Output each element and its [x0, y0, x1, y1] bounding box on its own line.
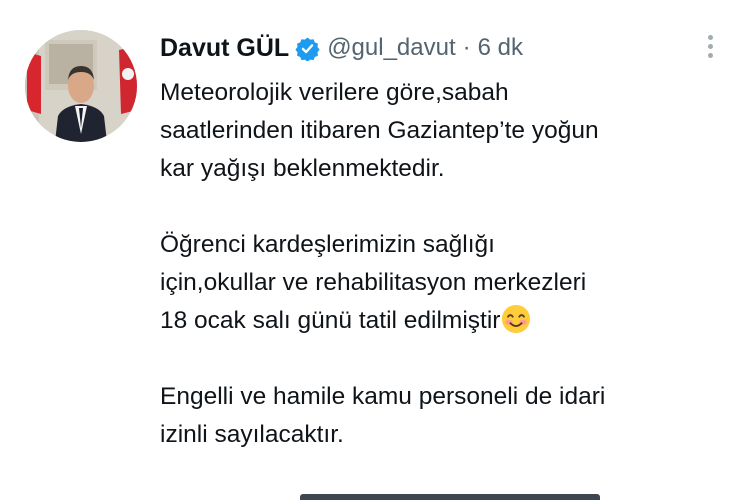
- tweet-line: Öğrenci kardeşlerimizin sağlığı: [160, 231, 495, 258]
- more-dot: [707, 52, 713, 58]
- tweet-header: Davut GÜL @gul_davut · 6 dk: [160, 30, 523, 66]
- cropped-previous-content: · ·· · · · ·: [0, 0, 750, 10]
- tweet-line: izinli sayılacaktır.: [160, 421, 344, 448]
- tweet-line: için,okullar ve rehabilitasyon merkezler…: [160, 269, 587, 296]
- tweet-line: Meteorolojik verilere göre,sabah: [160, 79, 509, 106]
- more-dot: [707, 34, 713, 40]
- tweet-body: Meteorolojik verilere göre,sabah saatler…: [160, 74, 745, 492]
- more-dot: [707, 43, 713, 49]
- tweet-paragraph: Engelli ve hamile kamu personeli de idar…: [160, 378, 745, 454]
- tweet-line-text: 18 ocak salı günü tatil edilmiştir: [160, 307, 501, 334]
- tweet-line: kar yağışı beklenmektedir.: [160, 155, 445, 182]
- tweet-line: saatlerinden itibaren Gaziantep’te yoğun: [160, 117, 599, 144]
- avatar-photo: [25, 30, 137, 142]
- avatar[interactable]: [25, 30, 137, 142]
- more-options-icon[interactable]: [698, 30, 722, 62]
- cropped-media-edge: [300, 494, 600, 500]
- tweet-screen: · ·· · · · · Davut GÜL @gul_davut · 6 dk: [0, 0, 750, 500]
- display-name[interactable]: Davut GÜL: [160, 34, 289, 63]
- tweet-line: 18 ocak salı günü tatil edilmiştir: [160, 302, 745, 340]
- header-separator: ·: [462, 34, 471, 61]
- tweet-paragraph: Meteorolojik verilere göre,sabah saatler…: [160, 74, 745, 188]
- smiling-face-emoji-icon: [502, 304, 531, 334]
- tweet-line: Engelli ve hamile kamu personeli de idar…: [160, 383, 606, 410]
- cropped-text-fragment: · ·· · · · ·: [118, 0, 192, 9]
- tweet-timestamp[interactable]: 6 dk: [478, 34, 523, 62]
- author-handle[interactable]: @gul_davut: [327, 34, 455, 62]
- verified-badge-icon: [295, 37, 320, 61]
- tweet-paragraph: Öğrenci kardeşlerimizin sağlığı için,oku…: [160, 226, 745, 340]
